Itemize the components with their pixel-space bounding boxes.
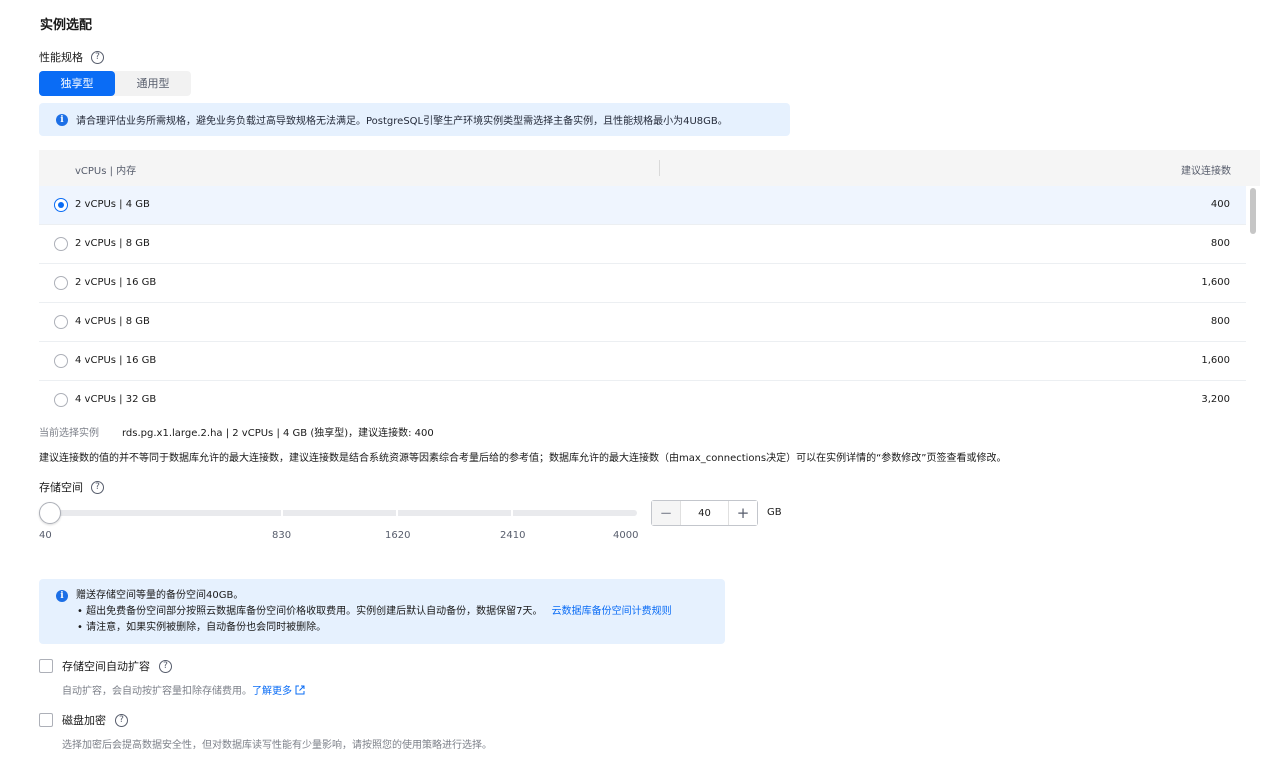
- tab-general[interactable]: 通用型: [115, 71, 191, 96]
- info-circle-icon: i: [56, 590, 68, 602]
- scrollbar-thumb[interactable]: [1250, 188, 1256, 234]
- question-circle-icon[interactable]: ?: [115, 713, 128, 727]
- question-circle-icon[interactable]: ?: [91, 50, 104, 64]
- slider-tick: 4000: [613, 530, 639, 541]
- auto-expand-desc: 自动扩容，会自动按扩容量扣除存储费用。: [62, 686, 252, 697]
- slider-tick: 2410: [500, 530, 526, 541]
- section-title: 实例选配: [40, 18, 93, 33]
- auto-expand-checkbox[interactable]: [39, 659, 53, 673]
- table-scrollbar[interactable]: [1249, 186, 1257, 410]
- tab-dedicated[interactable]: 独享型: [39, 71, 115, 96]
- slider-segment-divider: [396, 510, 398, 516]
- col-spec-header: vCPUs | 内存: [75, 166, 137, 177]
- auto-expand-desc-row: 自动扩容，会自动按扩容量扣除存储费用。了解更多: [62, 682, 305, 697]
- storage-label: 存储空间: [39, 481, 83, 494]
- auto-expand-row: 存储空间自动扩容 ?: [39, 658, 172, 674]
- spec-label-row: 性能规格 ?: [39, 49, 104, 65]
- disk-encrypt-checkbox[interactable]: [39, 713, 53, 727]
- storage-stepper: − +: [651, 500, 758, 526]
- external-link-icon[interactable]: [295, 685, 305, 695]
- column-divider[interactable]: [659, 160, 660, 176]
- question-circle-icon[interactable]: ?: [91, 480, 104, 494]
- disk-encrypt-desc: 选择加密后会提高数据安全性，但对数据库读写性能有少量影响，请按照您的使用策略进行…: [62, 740, 492, 751]
- slider-tick: 40: [39, 530, 52, 541]
- info-circle-icon: i: [56, 113, 68, 126]
- table-row[interactable]: 4 vCPUs | 8 GB 800: [39, 303, 1246, 342]
- spec-table: vCPUs | 内存 建议连接数 2 vCPUs | 4 GB 400 2 vC…: [39, 150, 1260, 420]
- backup-pricing-link[interactable]: 云数据库备份空间计费规则: [552, 606, 672, 617]
- storage-unit: GB: [767, 507, 782, 518]
- row-spec: 4 vCPUs | 8 GB: [75, 316, 150, 327]
- spec-type-tabs: 独享型 通用型: [39, 71, 191, 96]
- current-instance-label: 当前选择实例: [39, 428, 99, 439]
- row-spec: 2 vCPUs | 8 GB: [75, 238, 150, 249]
- storage-label-row: 存储空间 ?: [39, 479, 104, 495]
- auto-expand-label: 存储空间自动扩容: [62, 660, 150, 673]
- slider-segment-divider: [281, 510, 283, 516]
- row-spec: 2 vCPUs | 4 GB: [75, 199, 150, 210]
- row-conn: 800: [1210, 316, 1230, 327]
- slider-tick: 830: [272, 530, 292, 541]
- learn-more-link[interactable]: 了解更多: [252, 686, 292, 697]
- row-conn: 400: [1210, 199, 1230, 210]
- spec-notice: i 请合理评估业务所需规格，避免业务负载过高导致规格无法满足。PostgreSQ…: [39, 103, 790, 136]
- row-conn: 3,200: [1201, 394, 1230, 405]
- backup-notice: i 赠送存储空间等量的备份空间40GB。 • 超出免费备份空间部分按照云数据库备…: [39, 579, 725, 644]
- table-row[interactable]: 2 vCPUs | 8 GB 800: [39, 225, 1246, 264]
- table-header: vCPUs | 内存 建议连接数: [39, 150, 1260, 186]
- disk-encrypt-label: 磁盘加密: [62, 714, 106, 727]
- row-spec: 4 vCPUs | 16 GB: [75, 355, 157, 366]
- radio-button[interactable]: [54, 276, 68, 290]
- slider-segment-divider: [511, 510, 513, 516]
- spec-notice-text: 请合理评估业务所需规格，避免业务负载过高导致规格无法满足。PostgreSQL引…: [76, 116, 728, 127]
- spec-label: 性能规格: [39, 51, 83, 64]
- row-spec: 2 vCPUs | 16 GB: [75, 277, 157, 288]
- current-instance-value: rds.pg.x1.large.2.ha | 2 vCPUs | 4 GB (独…: [122, 428, 434, 439]
- radio-button[interactable]: [54, 393, 68, 407]
- radio-button[interactable]: [54, 237, 68, 251]
- radio-button[interactable]: [54, 354, 68, 368]
- decrement-button[interactable]: −: [652, 501, 680, 525]
- question-circle-icon[interactable]: ?: [159, 659, 172, 673]
- disk-encrypt-row: 磁盘加密 ?: [39, 712, 128, 728]
- table-row[interactable]: 2 vCPUs | 4 GB 400: [39, 186, 1246, 225]
- row-conn: 1,600: [1201, 355, 1230, 366]
- row-spec: 4 vCPUs | 32 GB: [75, 394, 157, 405]
- row-conn: 1,600: [1201, 277, 1230, 288]
- storage-input[interactable]: [680, 501, 729, 525]
- backup-notice-bullet: • 请注意，如果实例被删除，自动备份也会同时被删除。: [77, 622, 327, 633]
- col-conn-header: 建议连接数: [1181, 166, 1231, 177]
- connection-description: 建议连接数的值的并不等同于数据库允许的最大连接数，建议连接数是结合系统资源等因素…: [39, 453, 1007, 464]
- slider-tick: 1620: [385, 530, 411, 541]
- storage-slider-track[interactable]: [39, 510, 637, 516]
- table-row[interactable]: 4 vCPUs | 32 GB 3,200: [39, 381, 1246, 420]
- backup-notice-bullet: • 超出免费备份空间部分按照云数据库备份空间价格收取费用。实例创建后默认自动备份…: [77, 606, 543, 617]
- increment-button[interactable]: +: [729, 501, 757, 525]
- table-row[interactable]: 4 vCPUs | 16 GB 1,600: [39, 342, 1246, 381]
- radio-button[interactable]: [54, 198, 68, 212]
- storage-slider-handle[interactable]: [39, 502, 61, 524]
- table-row[interactable]: 2 vCPUs | 16 GB 1,600: [39, 264, 1246, 303]
- backup-notice-title: 赠送存储空间等量的备份空间40GB。: [76, 590, 244, 601]
- radio-button[interactable]: [54, 315, 68, 329]
- row-conn: 800: [1210, 238, 1230, 249]
